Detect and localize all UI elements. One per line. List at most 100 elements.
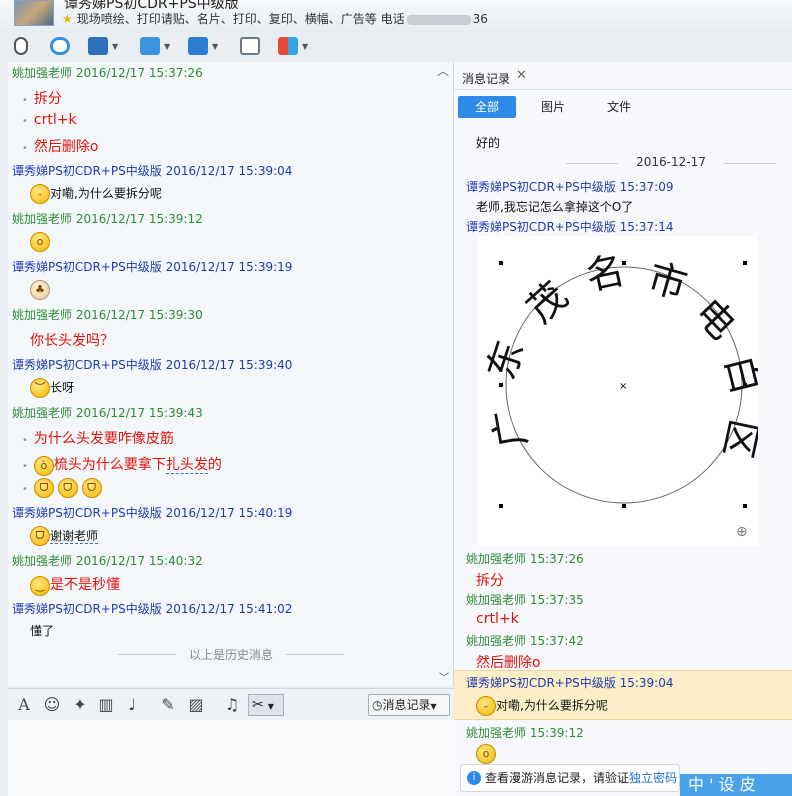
shared-image[interactable]: × 广 东 茂 名 市 电 白 区 xyxy=(478,236,769,546)
voice-message-icon[interactable]: ♩ xyxy=(122,695,142,715)
message-line: • 为什么头发要咋像皮筋 xyxy=(22,431,174,447)
svg-text:名: 名 xyxy=(582,248,628,299)
grin-emoji-icon: ᗜ xyxy=(81,478,102,498)
svg-text:×: × xyxy=(619,381,627,392)
apps-grid-icon xyxy=(278,37,298,55)
sad-emoji-icon: ︶ xyxy=(30,378,50,398)
group-avatar[interactable] xyxy=(14,0,54,26)
record-text: 拆分 xyxy=(476,573,504,589)
ime-toolbar[interactable]: 中 ' 设 皮 xyxy=(680,774,792,796)
svg-text:茂: 茂 xyxy=(518,273,576,331)
vibrate-icon[interactable]: ▥ xyxy=(96,695,116,715)
message-header: 姚加强老师 2016/12/17 15:40:32 xyxy=(12,554,203,568)
circular-text-artwork: × 广 东 茂 名 市 电 白 区 xyxy=(479,248,769,508)
music-icon[interactable]: ♫ xyxy=(222,695,242,715)
svg-text:广: 广 xyxy=(485,406,535,451)
message-line: • ᗜ ᗜ ᗜ xyxy=(22,478,102,498)
message-header: 谭秀娣PS初CDR+PS中级版 2016/12/17 15:39:04 xyxy=(12,164,293,178)
message-header: 谭秀娣PS初CDR+PS中级版 2016/12/17 15:39:19 xyxy=(12,260,293,274)
message-input[interactable] xyxy=(8,720,454,796)
magic-icon[interactable]: ✦ xyxy=(70,695,90,715)
shy-emoji-icon: ˶ xyxy=(476,696,496,716)
message-header: 姚加强老师 2016/12/17 15:39:43 xyxy=(12,406,203,420)
redacted-phone xyxy=(406,14,471,25)
filter-all[interactable]: 全部 xyxy=(458,96,516,118)
voice-call-button[interactable] xyxy=(14,35,28,57)
message-line: ︶ 长呀 xyxy=(30,378,74,398)
filter-files[interactable]: 文件 xyxy=(590,96,648,118)
record-text: 然后删除o xyxy=(476,655,541,671)
microphone-icon xyxy=(14,37,28,55)
expand-icon[interactable]: ﹀ xyxy=(439,669,449,684)
input-toolbar: A ☺ ✦ ▥ ♩ ✎ ▨ ♫ ✂ ▼ ◷消息记录▼ xyxy=(8,688,454,720)
close-icon[interactable]: ✕ xyxy=(516,68,527,83)
record-text: 老师,我忘记怎么拿掉这个O了 xyxy=(476,200,634,214)
history-divider: 以上是历史消息 xyxy=(118,646,344,663)
chart-icon xyxy=(88,37,108,55)
surprised-emoji-icon: o xyxy=(30,232,50,252)
highlighted-word: 扎头发 xyxy=(165,457,208,474)
chat-header: 谭秀娣PS初CDR+PS中级版 ★ 现场喷绘、打印请贴、名片、打印、复印、横幅、广… xyxy=(0,0,792,32)
svg-text:白: 白 xyxy=(717,351,758,399)
scissors-icon: ✂ xyxy=(252,697,264,713)
message-header: 姚加强老师 2016/12/17 15:39:12 xyxy=(12,212,203,226)
info-icon: i xyxy=(467,771,481,785)
message-line: ‿ 是不是秒懂 xyxy=(30,574,120,596)
screenshot-button[interactable]: ✂ ▼ xyxy=(248,694,284,716)
record-text: o xyxy=(476,744,496,764)
camera-icon xyxy=(50,37,70,55)
share-screen-button[interactable]: ▼ xyxy=(88,35,118,57)
message-line: • ò 梳头为什么要拿下扎头发的 xyxy=(22,454,222,476)
message-line: • 拆分 xyxy=(22,91,62,107)
image-icon[interactable]: ▨ xyxy=(186,695,206,715)
apps-button[interactable]: ▼ xyxy=(278,35,308,57)
chevron-down-icon: ▼ xyxy=(164,41,171,51)
shy-emoji-icon: ˶ xyxy=(30,184,50,204)
record-header: 谭秀娣PS初CDR+PS中级版 15:39:04 xyxy=(466,676,674,690)
message-line: ᗜ 谢谢老师 xyxy=(30,526,99,546)
record-header: 谭秀娣PS初CDR+PS中级版 15:37:09 xyxy=(466,180,674,194)
grin-emoji-icon: ᗜ xyxy=(57,478,78,498)
angry-emoji-icon: ò xyxy=(33,455,54,476)
chevron-down-icon: ▼ xyxy=(302,41,309,51)
message-line: • crtl+k xyxy=(22,112,77,128)
message-header: 谭秀娣PS初CDR+PS中级版 2016/12/17 15:40:19 xyxy=(12,506,293,520)
thumbs-up-emoji-icon: ♣ xyxy=(30,280,50,300)
svg-text:东: 东 xyxy=(479,335,533,385)
record-text: ˶ 对嘞,为什么要拆分呢 xyxy=(476,696,608,716)
smile-emoji-icon: ‿ xyxy=(30,575,50,596)
verify-password-link[interactable]: 独立密码 xyxy=(629,771,677,785)
chevron-down-icon: ▼ xyxy=(267,702,274,711)
record-text: 好的 xyxy=(476,136,501,150)
group-signature: ★ 现场喷绘、打印请贴、名片、打印、复印、横幅、广告等 电话 36 xyxy=(62,12,488,26)
record-text: crtl+k xyxy=(476,611,519,627)
monitor-icon xyxy=(188,37,208,55)
message-history-button[interactable]: ◷消息记录▼ xyxy=(368,694,450,716)
message-line: 你长头发吗？ xyxy=(30,333,114,349)
grin-emoji-icon: ᗜ xyxy=(30,526,50,546)
filter-images[interactable]: 图片 xyxy=(524,96,582,118)
font-icon[interactable]: A xyxy=(14,695,34,715)
create-discussion-button[interactable] xyxy=(240,35,260,57)
remote-desktop-button[interactable]: ▼ xyxy=(188,35,218,57)
message-header: 姚加强老师 2016/12/17 15:37:26 xyxy=(12,66,203,80)
tab-message-records[interactable]: 消息记录 xyxy=(462,70,510,87)
message-header: 谭秀娣PS初CDR+PS中级版 2016/12/17 15:41:02 xyxy=(12,602,293,616)
zoom-icon[interactable]: ⊕ xyxy=(736,524,748,540)
message-records-pane: 消息记录 ✕ 全部 图片 文件 好的 2016-12-17 谭秀娣PS初CDR+… xyxy=(454,62,792,796)
edit-icon[interactable]: ✎ xyxy=(158,695,178,715)
message-line: ˶ 对嘞,为什么要拆分呢 xyxy=(30,184,162,204)
grin-emoji-icon: ᗜ xyxy=(33,478,54,498)
video-call-button[interactable] xyxy=(50,35,70,57)
roaming-notice[interactable]: i 查看漫游消息记录，请验证独立密码 xyxy=(460,764,680,792)
chevron-down-icon: ▼ xyxy=(112,41,119,51)
chat-toolbar: ▼ ▼ ▼ ▼ xyxy=(0,32,792,60)
folder-icon xyxy=(140,37,160,55)
chat-history-pane[interactable]: ︿ 姚加强老师 2016/12/17 15:37:26 • 拆分 • crtl+k … xyxy=(8,62,454,686)
emoji-icon[interactable]: ☺ xyxy=(42,695,62,715)
clock-icon: ◷ xyxy=(372,698,383,712)
send-file-button[interactable]: ▼ xyxy=(140,35,170,57)
collapse-icon[interactable]: ︿ xyxy=(437,62,449,79)
svg-text:区: 区 xyxy=(715,416,758,462)
circular-text: 广 东 茂 名 市 电 白 区 xyxy=(479,248,769,462)
